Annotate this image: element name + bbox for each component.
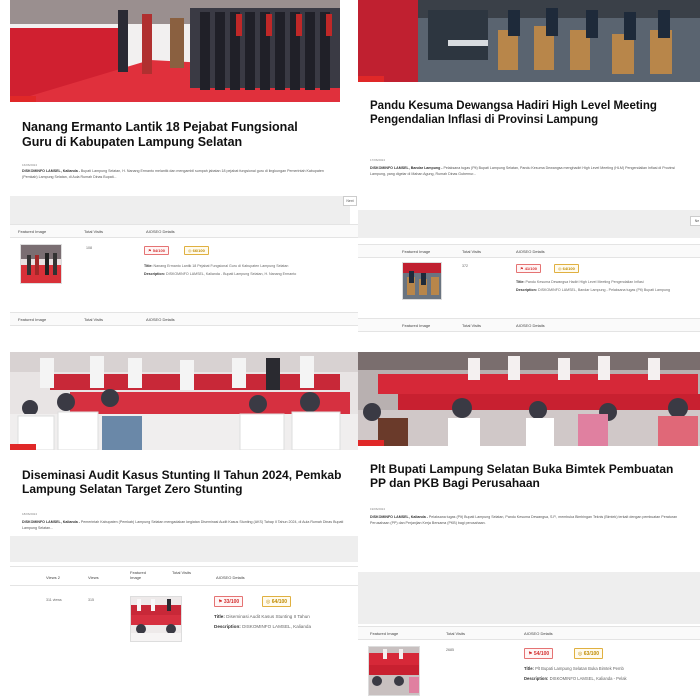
col-total-visits[interactable]: Total Visits — [462, 323, 481, 328]
seo-score-badge[interactable]: ⚑ 41/100 — [516, 264, 541, 273]
table-row: 2685 ⚑ 54/100 ◎ 63/100 Title: Plt Bupati… — [358, 640, 700, 699]
post-date: 19/06/2024 — [370, 507, 386, 511]
views-2: 311 views — [46, 598, 62, 602]
readability-badge[interactable]: ◎ 66/100 — [184, 246, 209, 255]
featured-photo-audit[interactable] — [10, 352, 358, 450]
views: 315 — [88, 598, 94, 602]
col-aioseo-details[interactable]: AIOSEO Details — [516, 323, 545, 328]
seo-table-bimtek: Featured Image Total Visits AIOSEO Detai… — [358, 624, 700, 699]
readability-badge[interactable]: ◎ 64/100 — [262, 596, 292, 607]
post-card-bimtek: Plt Bupati Lampung Selatan Buka Bimtek P… — [358, 352, 700, 574]
seo-score-badge[interactable]: ⚑ 54/100 — [144, 246, 169, 255]
col-views-2[interactable]: Views 2 — [46, 575, 60, 580]
seo-table-pandu: Featured Image Total Visits AIOSEO Detai… — [358, 240, 700, 332]
post-date: 18/06/2024 — [22, 512, 38, 516]
featured-photo-meeting[interactable] — [358, 0, 700, 82]
readability-badge[interactable]: ◎ 64/100 — [554, 264, 579, 273]
col-aioseo-details[interactable]: AIOSEO Details — [146, 229, 175, 234]
total-visits: 108 — [86, 246, 92, 250]
post-excerpt: DISKOMINFO LAMSEL, Bandar Lampung - Pela… — [370, 166, 676, 176]
post-title[interactable]: Plt Bupati Lampung Selatan Buka Bimtek P… — [370, 462, 690, 490]
post-date: 17/06/2024 — [370, 158, 386, 162]
post-date: 16/06/2024 — [22, 163, 38, 167]
seo-description: Description: DISKOMINFO LAMSEL, Kalianda… — [524, 676, 627, 681]
col-views[interactable]: Views — [88, 575, 99, 580]
seo-table-nanang: Featured Image Total Visits AIOSEO Detai… — [10, 224, 358, 326]
table-row: 311 views 315 ⚑ 33/100 ◎ 64/100 Title: D… — [10, 590, 358, 690]
next-button[interactable]: Next — [343, 196, 357, 206]
col-featured-image[interactable]: Featured Image — [402, 249, 430, 254]
featured-image-thumb[interactable] — [402, 262, 442, 300]
seo-title: Title: Nanang Ermanto Lantik 18 Pejabat … — [144, 264, 289, 268]
post-title[interactable]: Nanang Ermanto Lantik 18 Pejabat Fungsio… — [22, 120, 330, 150]
col-featured-image[interactable]: Featured Image — [18, 317, 46, 322]
col-aioseo-details[interactable]: AIOSEO Details — [516, 249, 545, 254]
seo-title: Title: Diseminasi Audit Kasus Stunting I… — [214, 614, 310, 619]
total-visits: 372 — [462, 264, 468, 268]
col-total-visits[interactable]: Total Visits — [462, 249, 481, 254]
col-aioseo-details[interactable]: AIOSEO Details — [146, 317, 175, 322]
col-aioseo-details[interactable]: AIOSEO Details — [216, 575, 245, 580]
next-button[interactable]: Ne — [690, 216, 700, 226]
seo-title: Title: Plt Bupati Lampung Selatan Buka B… — [524, 666, 624, 671]
featured-photo-bimtek[interactable] — [358, 352, 700, 446]
post-excerpt: DISKOMINFO LAMSEL, Kalianda - Bupati Lam… — [22, 169, 324, 179]
table-row: 372 ⚑ 41/100 ◎ 64/100 Title: Pandu Kesum… — [358, 258, 700, 318]
total-visits: 2685 — [446, 648, 454, 652]
col-total-visits[interactable]: Total Visits — [446, 631, 465, 636]
seo-description: Description: DISKOMINFO LAMSEL, Kalianda… — [144, 272, 297, 276]
featured-image-thumb[interactable] — [368, 646, 420, 696]
post-card-nanang: Nanang Ermanto Lantik 18 Pejabat Fungsio… — [10, 0, 340, 200]
col-total-visits[interactable]: Total Visits — [172, 570, 192, 576]
col-featured-image[interactable]: Featured Image — [18, 229, 46, 234]
readability-badge[interactable]: ◎ 63/100 — [574, 648, 604, 659]
featured-photo-inauguration[interactable] — [10, 0, 340, 102]
col-featured-image[interactable]: Featured Image — [370, 631, 398, 636]
post-title[interactable]: Diseminasi Audit Kasus Stunting II Tahun… — [22, 468, 348, 496]
post-excerpt: DISKOMINFO LAMSEL, Kalianda - Pelaksana … — [370, 515, 678, 525]
seo-score-badge[interactable]: ⚑ 33/100 — [214, 596, 244, 607]
post-card-pandu: Pandu Kesuma Dewangsa Hadiri High Level … — [358, 0, 700, 212]
seo-description: Description: DISKOMINFO LAMSEL, Kalianda — [214, 624, 312, 629]
seo-table-stunting: Views 2 Views Featured Image Total Visit… — [10, 562, 358, 699]
post-excerpt: DISKOMINFO LAMSEL, Kalianda - Pemerintah… — [22, 520, 344, 530]
featured-image-thumb[interactable] — [20, 244, 62, 284]
post-title[interactable]: Pandu Kesuma Dewangsa Hadiri High Level … — [370, 100, 690, 127]
table-row: 108 ⚑ 54/100 ◎ 66/100 Title: Nanang Erma… — [10, 238, 358, 312]
col-featured-image[interactable]: Featured Image — [402, 323, 430, 328]
featured-image-thumb[interactable] — [130, 596, 182, 642]
post-card-stunting: Diseminasi Audit Kasus Stunting II Tahun… — [10, 352, 358, 538]
seo-title: Title: Pandu Kesuma Dewangsa Hadiri High… — [516, 280, 644, 284]
seo-score-badge[interactable]: ⚑ 54/100 — [524, 648, 554, 659]
seo-description: Description: DISKOMINFO LAMSEL, Bandar L… — [516, 288, 671, 292]
col-aioseo-details[interactable]: AIOSEO Details — [524, 631, 553, 636]
col-featured-image[interactable]: Featured Image — [130, 570, 156, 581]
col-total-visits[interactable]: Total Visits — [84, 317, 103, 322]
col-total-visits[interactable]: Total Visits — [84, 229, 103, 234]
